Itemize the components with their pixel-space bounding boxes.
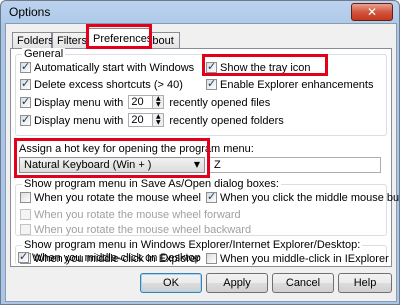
title-bar[interactable]: Options ✕: [1, 1, 399, 23]
input-value: Z: [214, 159, 221, 171]
option-label: When you middle-click in IExplorer: [220, 253, 389, 265]
hotkey-label: Assign a hot key for opening the program…: [19, 143, 254, 155]
rotate-wheel-option[interactable]: When you rotate the mouse wheel: [20, 191, 201, 205]
checkbox: [20, 209, 31, 220]
show-tray-option[interactable]: Show the tray icon: [206, 60, 311, 75]
auto-start-option[interactable]: Automatically start with Windows: [20, 60, 195, 75]
option-suffix: recently opened files: [169, 97, 271, 109]
window-title: Options: [9, 5, 51, 19]
select-value: Natural Keyboard (Win + ): [24, 159, 152, 171]
cancel-button[interactable]: Cancel: [272, 273, 334, 293]
option-label: Display menu with: [34, 97, 124, 109]
ok-button[interactable]: OK: [140, 273, 202, 293]
chevron-down-icon: ▼: [193, 160, 200, 169]
option-label: When you rotate the mouse wheel: [34, 192, 201, 204]
tab-label: Folders: [17, 35, 54, 47]
tab-filters[interactable]: Filters: [52, 32, 90, 48]
delete-shortcuts-option[interactable]: Delete excess shortcuts (> 40): [20, 77, 183, 92]
option-label: Display menu with: [34, 115, 124, 127]
checkbox[interactable]: [206, 253, 217, 264]
hotkey-key-input[interactable]: Z: [209, 157, 381, 173]
option-label: Enable Explorer enhancements: [220, 79, 374, 91]
general-group-title: General: [22, 48, 66, 60]
spinner-arrows-icon[interactable]: ▲ ▼: [152, 114, 164, 126]
checkbox[interactable]: [206, 77, 217, 91]
checkbox[interactable]: [206, 190, 217, 204]
options-window: Options ✕ Folders Filters About Preferen…: [0, 0, 400, 305]
option-label: Show the tray icon: [220, 62, 311, 74]
option-label: Automatically start with Windows: [34, 62, 195, 74]
dialog-client: Folders Filters About Preferences Genera…: [5, 23, 399, 302]
recent-files-option[interactable]: Display menu with 20 ▲▼ recently opened f…: [20, 95, 270, 109]
option-label: When you rotate the mouse wheel backward: [34, 224, 252, 236]
save-as-group-title: Show program menu in Save As/Open dialog…: [22, 178, 281, 190]
explorer-enhancements-option[interactable]: Enable Explorer enhancements: [206, 77, 374, 92]
checkbox[interactable]: [20, 113, 31, 127]
option-suffix: recently opened folders: [169, 115, 284, 127]
checkbox[interactable]: [20, 60, 31, 74]
apply-button[interactable]: Apply: [206, 273, 268, 293]
rotate-backward-option: When you rotate the mouse wheel backward: [20, 223, 251, 237]
recent-files-spinner[interactable]: 20 ▲ ▼: [128, 95, 165, 109]
checkbox[interactable]: [206, 60, 217, 74]
help-button[interactable]: Help: [338, 273, 392, 293]
option-label: Delete excess shortcuts (> 40): [34, 79, 183, 91]
desktop-click-option[interactable]: When you middle-click on Desktop: [18, 250, 201, 265]
option-label: When you click the middle mouse button: [220, 192, 400, 204]
spinner-value[interactable]: 20: [131, 96, 143, 108]
middle-button-option[interactable]: When you click the middle mouse button: [206, 190, 400, 205]
checkbox[interactable]: [18, 250, 29, 264]
checkbox[interactable]: [20, 77, 31, 91]
checkbox: [20, 224, 31, 235]
checkbox[interactable]: [20, 95, 31, 109]
tab-preferences[interactable]: Preferences: [88, 28, 153, 49]
save-as-group: Show program menu in Save As/Open dialog…: [15, 178, 399, 237]
close-button[interactable]: ✕: [351, 3, 393, 21]
preferences-panel: General Automatically start with Windows…: [10, 48, 399, 267]
tab-label: Filters: [57, 35, 87, 47]
recent-folders-option[interactable]: Display menu with 20 ▲▼ recently opened f…: [20, 113, 284, 127]
iexplorer-click-option[interactable]: When you middle-click in IExplorer: [206, 252, 389, 266]
tab-folders[interactable]: Folders: [12, 32, 54, 48]
tab-label: Preferences: [93, 33, 153, 45]
explorer-group-title: Show program menu in Windows Explorer/In…: [22, 239, 363, 251]
close-icon: ✕: [366, 5, 378, 19]
spinner-arrows-icon[interactable]: ▲ ▼: [152, 96, 164, 108]
general-group: General Automatically start with Windows…: [15, 48, 387, 136]
rotate-forward-option: When you rotate the mouse wheel forward: [20, 208, 241, 222]
tab-strip: Folders Filters About Preferences: [10, 28, 392, 49]
option-label: When you middle-click on Desktop: [32, 252, 201, 264]
recent-folders-spinner[interactable]: 20 ▲ ▼: [128, 113, 165, 127]
option-label: When you rotate the mouse wheel forward: [34, 209, 241, 221]
hotkey-modifier-select[interactable]: Natural Keyboard (Win + ) ▼: [19, 157, 205, 173]
checkbox[interactable]: [20, 192, 31, 203]
spinner-value[interactable]: 20: [131, 114, 143, 126]
